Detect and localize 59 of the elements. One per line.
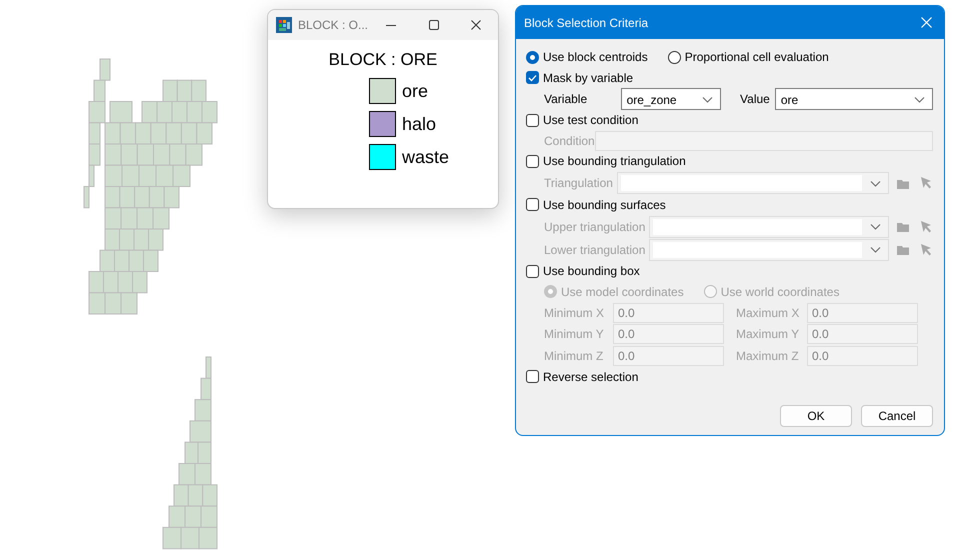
chevron-icon [702, 96, 714, 102]
folder-icon[interactable] [897, 178, 909, 188]
dialog-title: Block Selection Criteria [524, 14, 648, 32]
checkbox-label: Use bounding box [543, 263, 640, 280]
chevron-icon [870, 180, 881, 186]
radio-button[interactable] [704, 285, 717, 298]
checkbox-label: Use bounding triangulation [543, 153, 686, 170]
legend-heading: BLOCK : ORE [328, 50, 438, 69]
folder-icon[interactable] [897, 221, 909, 232]
checkbox-label: Use bounding surfaces [543, 196, 666, 214]
field-label: Minimum Y [544, 326, 605, 344]
checkbox-label: Reverse selection [543, 368, 638, 386]
close-icon[interactable] [921, 17, 932, 28]
pointer-icon[interactable] [921, 220, 932, 232]
field-label: Minimum X [544, 304, 606, 322]
field-label: Condition [544, 132, 595, 150]
field-label: Value [740, 91, 771, 108]
close-icon [471, 20, 482, 30]
radio-label: Proportional cell evaluation [684, 49, 829, 66]
radio-button[interactable] [526, 50, 539, 64]
checkbox[interactable] [526, 114, 539, 127]
field-label: Minimum Z [544, 348, 604, 365]
chevron-icon [870, 246, 881, 253]
chevron-icon [914, 96, 925, 102]
checkbox[interactable] [526, 264, 539, 278]
triangulation-dropdown[interactable] [616, 172, 889, 194]
chevron-icon [870, 223, 881, 230]
window-title: BLOCK : O... [298, 17, 370, 34]
radio-button[interactable] [668, 50, 681, 64]
legend-label: waste [402, 146, 450, 168]
field-label: Variable [544, 91, 588, 108]
radio-label: Use model coordinates [561, 284, 684, 301]
pointer-icon[interactable] [921, 177, 932, 189]
checkbox[interactable] [526, 370, 539, 384]
field-label: Triangulation [544, 175, 613, 192]
field-label: Maximum Y [736, 326, 800, 344]
checkbox[interactable] [526, 154, 539, 168]
checkbox-label: Use test condition [543, 112, 638, 130]
folder-icon[interactable] [897, 244, 909, 255]
field-label: Upper triangulation [544, 218, 646, 236]
triangulation-dropdown[interactable] [649, 216, 889, 238]
maximize-icon [428, 20, 438, 30]
radio-label: Use block centroids [543, 49, 648, 66]
checkbox[interactable] [526, 198, 539, 212]
value-dropdown[interactable]: ore [774, 88, 933, 110]
pointer-icon[interactable] [921, 244, 932, 256]
radio-label: Use world coordinates [720, 284, 840, 301]
field-label: Lower triangulation [544, 242, 646, 258]
field-label: Maximum Z [736, 348, 800, 365]
legend-label: halo [402, 113, 436, 135]
legend-label: ore [402, 80, 428, 102]
field-label: Maximum X [736, 304, 800, 322]
checkbox[interactable] [526, 71, 539, 84]
triangulation-dropdown[interactable] [649, 238, 889, 260]
dialog-button[interactable]: OK [780, 405, 852, 427]
dialog-button[interactable]: Cancel [861, 405, 933, 427]
app-icon [276, 17, 292, 33]
variable-dropdown[interactable]: ore_zone [620, 88, 722, 110]
checkbox-label: Mask by variable [543, 70, 634, 87]
